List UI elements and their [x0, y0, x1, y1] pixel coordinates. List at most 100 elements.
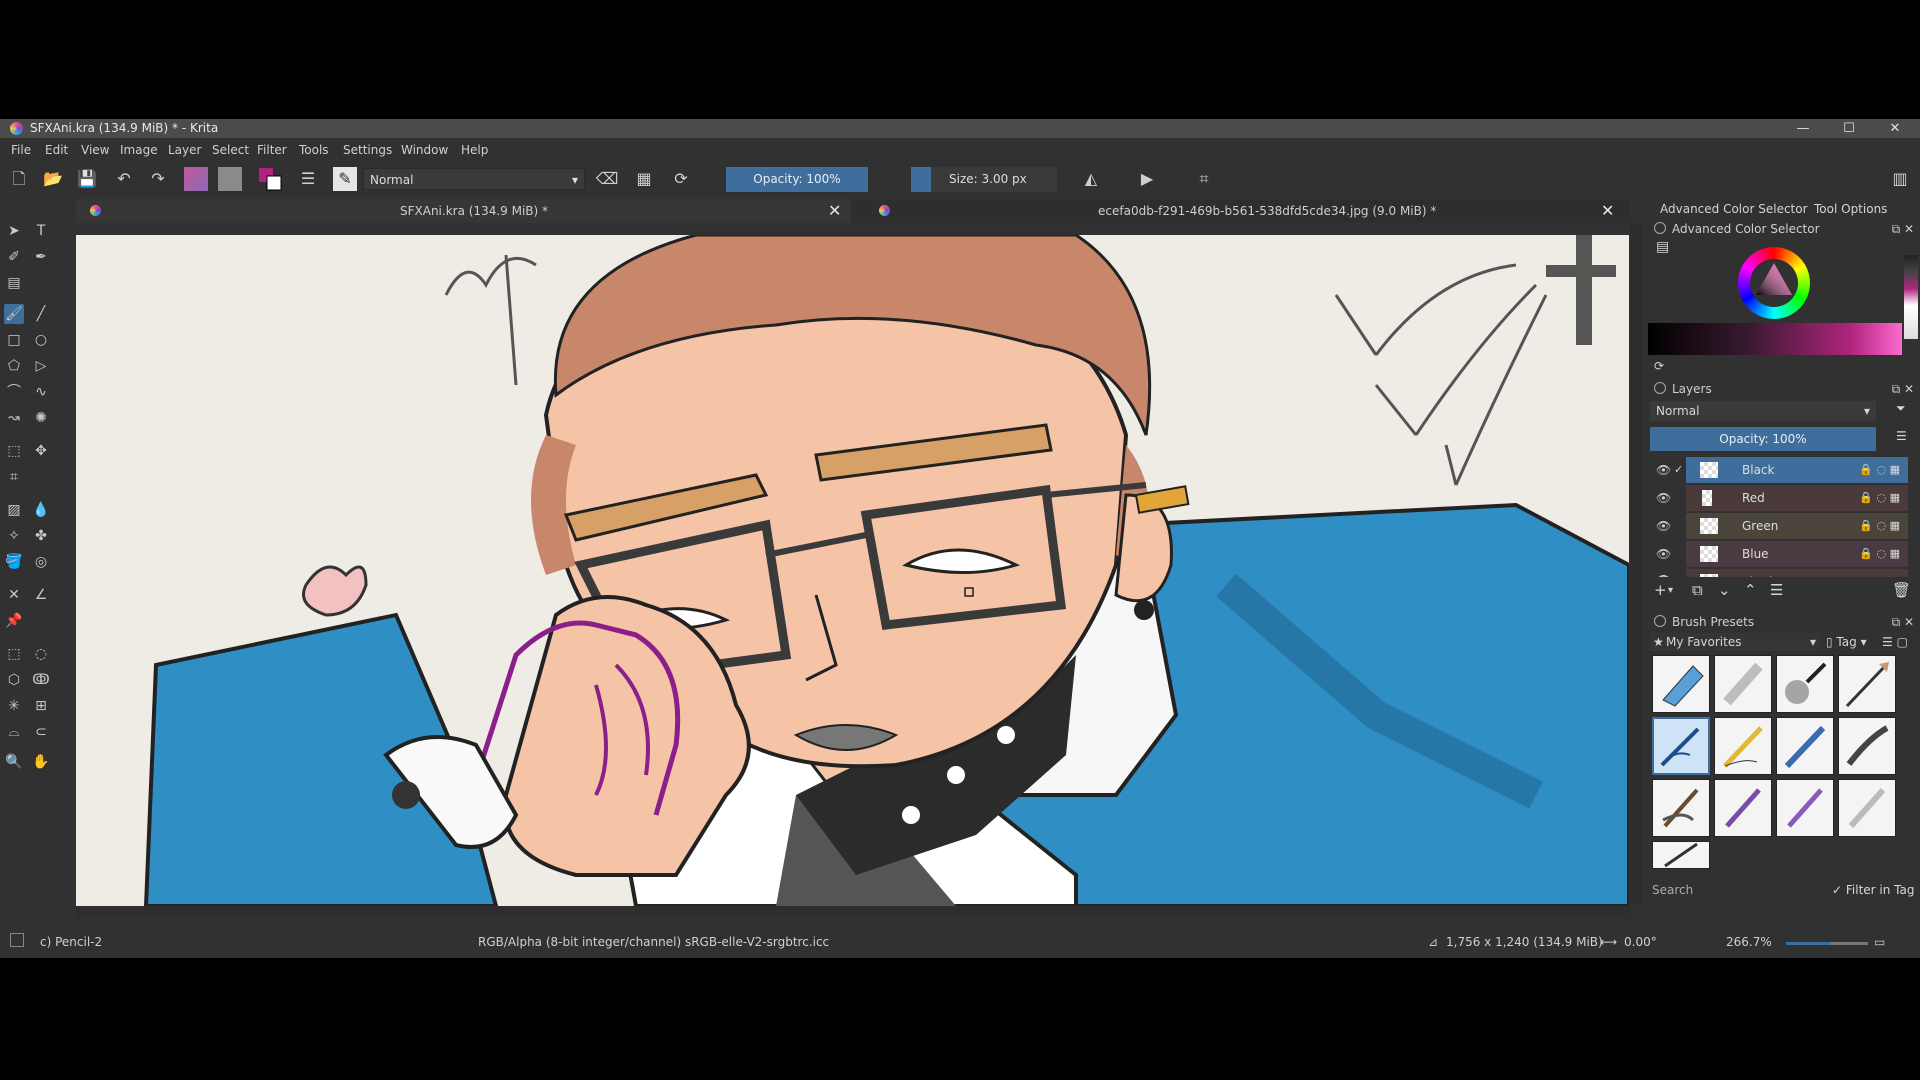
- color-picker-icon[interactable]: 💧: [31, 500, 51, 520]
- calligraphy-icon[interactable]: ✒: [31, 247, 51, 267]
- menu-select[interactable]: Select: [212, 143, 249, 157]
- assistant-tool-icon[interactable]: ✕: [4, 585, 24, 605]
- edit-shapes-icon[interactable]: ✐: [4, 247, 24, 267]
- menu-filter[interactable]: Filter: [257, 143, 287, 157]
- brush-preset-smudge[interactable]: [1714, 779, 1772, 837]
- size-slider[interactable]: Size: 3.00 px: [911, 167, 1057, 192]
- multibrush-icon[interactable]: ✺: [31, 408, 51, 428]
- rect-select-icon[interactable]: ⬚: [4, 644, 24, 664]
- brush-preset-airbrush[interactable]: [1776, 655, 1834, 713]
- workspace-chooser-icon[interactable]: ▥: [1888, 167, 1912, 191]
- panel-lock-icon[interactable]: [1654, 615, 1666, 627]
- layer-lock-alpha-icons[interactable]: 🔒 ◌ ▦: [1859, 513, 1900, 539]
- polyline-tool-icon[interactable]: ▷: [31, 356, 51, 376]
- eraser-mode-icon[interactable]: ⌫: [595, 167, 619, 191]
- close-tab-icon[interactable]: ✕: [828, 199, 841, 223]
- polygon-tool-icon[interactable]: ⬠: [4, 356, 24, 376]
- brush-settings-icon[interactable]: ☰: [296, 167, 320, 191]
- magnetic-select-icon[interactable]: ⊂: [31, 722, 51, 742]
- layer-blend-mode-select[interactable]: Normal ▾: [1650, 401, 1876, 421]
- color-history-strip[interactable]: [1904, 255, 1918, 339]
- panel-lock-icon[interactable]: [1654, 382, 1666, 394]
- mirror-vertical-icon[interactable]: ▶: [1135, 167, 1159, 191]
- move-tool-icon[interactable]: ✥: [31, 441, 51, 461]
- menu-settings[interactable]: Settings: [343, 143, 392, 157]
- wrap-around-icon[interactable]: ⌗: [1192, 167, 1216, 191]
- brush-preset-fineliner[interactable]: [1652, 841, 1710, 869]
- layer-lock-alpha-icons[interactable]: 🔒 ◌ ▦: [1859, 457, 1900, 483]
- add-layer-icon[interactable]: +: [1654, 581, 1667, 599]
- brush-preset-ink[interactable]: [1838, 655, 1896, 713]
- tag-button[interactable]: ▯ Tag ▾: [1826, 635, 1867, 649]
- ellipse-tool-icon[interactable]: ○: [31, 330, 51, 350]
- redo-icon[interactable]: ↷: [146, 167, 170, 191]
- brush-preset-watercolor[interactable]: [1776, 779, 1834, 837]
- select-shapes-icon[interactable]: ➤: [4, 221, 24, 241]
- pattern-preset-icon[interactable]: [218, 167, 242, 191]
- close-button[interactable]: ✕: [1872, 119, 1918, 138]
- reset-color-icon[interactable]: ⟳: [1654, 359, 1664, 373]
- colorize-mask-icon[interactable]: ✤: [31, 526, 51, 546]
- maximize-button[interactable]: ☐: [1826, 119, 1872, 138]
- fullscreen-canvas-icon[interactable]: ▭: [1874, 935, 1885, 949]
- menu-edit[interactable]: Edit: [45, 143, 68, 157]
- visibility-eye-icon[interactable]: 👁: [1656, 491, 1671, 505]
- move-layer-up-icon[interactable]: ⌃: [1744, 581, 1757, 599]
- freehand-path-icon[interactable]: ∿: [31, 382, 51, 402]
- menu-layer[interactable]: Layer: [168, 143, 201, 157]
- layer-item-blue[interactable]: Blue 🔒 ◌ ▦: [1686, 541, 1908, 567]
- layer-lock-alpha-icons[interactable]: 🔒 ◌ ▦: [1859, 485, 1900, 511]
- close-tab-icon[interactable]: ✕: [1601, 199, 1614, 223]
- chevron-down-icon[interactable]: ▾: [1668, 585, 1673, 596]
- layer-filter-icon[interactable]: ⏷: [1896, 401, 1906, 416]
- zoom-tool-icon[interactable]: 🔍: [4, 752, 24, 772]
- save-icon[interactable]: 💾: [75, 167, 99, 191]
- panel-float-close-icon[interactable]: ⧉ ✕: [1892, 219, 1914, 239]
- ellipse-select-icon[interactable]: ◌: [31, 644, 51, 664]
- pan-tool-icon[interactable]: ✋: [31, 752, 51, 772]
- color-wheel[interactable]: [1738, 247, 1810, 319]
- color-selector-settings-icon[interactable]: ▤: [1656, 239, 1669, 255]
- menu-window[interactable]: Window: [401, 143, 448, 157]
- layer-lock-alpha-icons[interactable]: 🔒 ◌ ▦: [1859, 541, 1900, 567]
- minimize-button[interactable]: —: [1780, 119, 1826, 138]
- polygon-select-icon[interactable]: ⬡: [4, 670, 24, 690]
- menu-help[interactable]: Help: [461, 143, 488, 157]
- brush-preset-icon[interactable]: ✎: [333, 167, 357, 191]
- tab-tool-options[interactable]: Tool Options: [1814, 199, 1887, 219]
- preserve-alpha-icon[interactable]: ▦: [632, 167, 656, 191]
- layer-opacity-slider[interactable]: Opacity: 100%: [1650, 427, 1876, 451]
- brush-preset-pencil[interactable]: [1714, 717, 1772, 775]
- color-slider-strip[interactable]: [1648, 323, 1902, 355]
- canvas-vertical-scrollbar[interactable]: [1630, 223, 1642, 905]
- brush-preset-soft[interactable]: [1838, 779, 1896, 837]
- gradient-tool-icon[interactable]: ▨: [4, 500, 24, 520]
- brush-preview-icon[interactable]: [10, 933, 24, 947]
- brush-preset-marker[interactable]: [1776, 717, 1834, 775]
- layer-item-black[interactable]: Black 🔒 ◌ ▦: [1686, 457, 1908, 483]
- visibility-eye-icon[interactable]: 👁: [1656, 519, 1671, 533]
- tab-advanced-color-selector[interactable]: Advanced Color Selector: [1660, 199, 1808, 219]
- reload-preset-icon[interactable]: ⟳: [669, 167, 693, 191]
- brush-preset-pencil-2[interactable]: [1652, 717, 1710, 775]
- panel-float-close-icon[interactable]: ⧉ ✕: [1892, 612, 1914, 632]
- visibility-eye-icon[interactable]: 👁: [1656, 547, 1671, 561]
- blend-mode-select[interactable]: Normal ▾: [363, 168, 585, 190]
- duplicate-layer-icon[interactable]: ⧉: [1692, 581, 1703, 599]
- brush-preset-dry-brush[interactable]: [1652, 779, 1710, 837]
- smart-patch-icon[interactable]: ✧: [4, 526, 24, 546]
- visibility-eye-icon[interactable]: 👁: [1656, 463, 1671, 477]
- new-document-icon[interactable]: 🗋: [7, 167, 31, 191]
- freehand-select-icon[interactable]: ↂ: [31, 670, 51, 690]
- rectangle-tool-icon[interactable]: □: [4, 330, 24, 350]
- menu-tools[interactable]: Tools: [299, 143, 329, 157]
- bezier-select-icon[interactable]: ⌓: [4, 722, 24, 742]
- measure-tool-icon[interactable]: ∠: [31, 585, 51, 605]
- crop-tool-icon[interactable]: ⌗: [4, 467, 24, 487]
- layer-item-red[interactable]: Red 🔒 ◌ ▦: [1686, 485, 1908, 511]
- brush-search-input[interactable]: Search: [1652, 883, 1693, 897]
- open-document-icon[interactable]: 📂: [41, 167, 65, 191]
- fill-tool-icon[interactable]: 🪣: [4, 552, 24, 572]
- panel-float-close-icon[interactable]: ⧉ ✕: [1892, 379, 1914, 399]
- layer-item-shadow[interactable]: Shadow: [1686, 569, 1908, 577]
